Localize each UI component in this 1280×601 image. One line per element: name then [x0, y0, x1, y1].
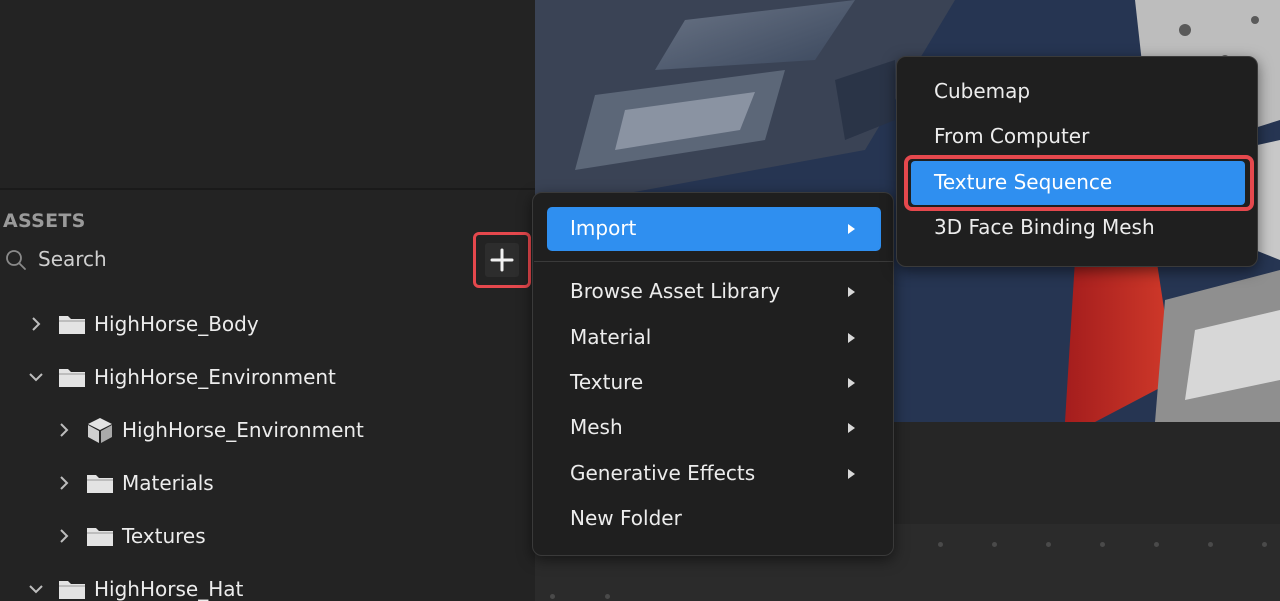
tree-item[interactable]: Materials — [56, 463, 214, 503]
tree-item[interactable]: HighHorse_Environment — [28, 357, 336, 397]
submenu-item-label: Cubemap — [934, 79, 1031, 103]
tree-item-label: HighHorse_Environment — [122, 418, 364, 442]
menu-item-label: Generative Effects — [570, 461, 756, 485]
timeline-dot — [992, 542, 997, 547]
timeline-dot — [1046, 542, 1051, 547]
menu-item-texture[interactable]: Texture — [547, 361, 881, 405]
timeline-dot — [550, 594, 555, 599]
menu-item-label: Material — [570, 325, 652, 349]
search-input[interactable]: Search — [38, 247, 438, 271]
timeline-dot — [1208, 542, 1213, 547]
chevron-right-icon[interactable] — [56, 422, 72, 438]
chevron-down-icon[interactable] — [28, 369, 44, 385]
submenu-item-from-computer[interactable]: From Computer — [911, 115, 1245, 159]
chevron-right-icon[interactable] — [56, 528, 72, 544]
submenu-item-label: Texture Sequence — [934, 170, 1113, 194]
menu-item-import[interactable]: Import — [547, 207, 881, 251]
menu-item-material[interactable]: Material — [547, 316, 881, 360]
folder-icon — [87, 475, 113, 493]
menu-item-label: New Folder — [570, 506, 682, 530]
add-button-highlight — [473, 232, 531, 288]
tree-item-label: HighHorse_Environment — [94, 365, 336, 389]
menu-item-browse-asset-library[interactable]: Browse Asset Library — [547, 270, 881, 314]
app-window: ASSETS Search HighHorse_Body HighHorse_E… — [0, 0, 1280, 601]
add-asset-button[interactable] — [485, 243, 519, 277]
submenu-item-label: 3D Face Binding Mesh — [934, 215, 1155, 239]
tree-item-label: HighHorse_Body — [94, 312, 259, 336]
timeline-dot — [938, 542, 943, 547]
plus-icon — [490, 248, 514, 272]
menu-divider — [534, 261, 894, 262]
submenu-arrow-icon — [848, 287, 855, 297]
cube-icon — [88, 418, 112, 443]
tree-item[interactable]: HighHorse_Environment — [56, 410, 364, 450]
tree-item[interactable]: HighHorse_Hat — [28, 569, 243, 601]
chevron-right-icon[interactable] — [56, 475, 72, 491]
timeline-dot — [1154, 542, 1159, 547]
submenu-item-label: From Computer — [934, 124, 1090, 148]
hierarchy-panel — [0, 0, 535, 188]
submenu-arrow-icon — [848, 423, 855, 433]
menu-item-label: Mesh — [570, 415, 623, 439]
folder-icon — [59, 369, 85, 387]
timeline-dot — [1100, 542, 1105, 547]
tree-item[interactable]: HighHorse_Body — [28, 304, 259, 344]
folder-icon — [59, 316, 85, 334]
assets-title: ASSETS — [3, 210, 86, 232]
folder-icon — [87, 528, 113, 546]
timeline-dot — [1262, 542, 1267, 547]
submenu-arrow-icon — [848, 469, 855, 479]
submenu-arrow-icon — [848, 378, 855, 388]
menu-item-new-folder[interactable]: New Folder — [547, 497, 881, 541]
import-submenu: Cubemap From Computer Texture Sequence 3… — [896, 56, 1258, 267]
menu-item-mesh[interactable]: Mesh — [547, 406, 881, 450]
add-asset-menu: Import Browse Asset Library Material Tex… — [532, 192, 894, 556]
timeline-dot — [605, 594, 610, 599]
submenu-item-cubemap[interactable]: Cubemap — [911, 70, 1245, 114]
assets-panel: ASSETS Search HighHorse_Body HighHorse_E… — [0, 190, 535, 601]
tree-item-label: Textures — [122, 524, 206, 548]
submenu-arrow-icon — [848, 224, 855, 234]
chevron-down-icon[interactable] — [28, 581, 44, 597]
folder-icon — [59, 581, 85, 599]
tree-item-label: HighHorse_Hat — [94, 577, 244, 601]
submenu-item-3d-face-binding-mesh[interactable]: 3D Face Binding Mesh — [911, 206, 1245, 250]
chevron-right-icon[interactable] — [28, 316, 44, 332]
menu-item-label: Browse Asset Library — [570, 279, 781, 303]
submenu-arrow-icon — [848, 333, 855, 343]
assets-search[interactable]: Search — [0, 246, 470, 276]
tree-item-label: Materials — [122, 471, 214, 495]
submenu-item-texture-sequence[interactable]: Texture Sequence — [904, 155, 1254, 211]
search-icon — [6, 250, 26, 270]
menu-item-label: Import — [570, 216, 637, 240]
menu-item-label: Texture — [570, 370, 644, 394]
menu-item-generative-effects[interactable]: Generative Effects — [547, 452, 881, 496]
tree-item[interactable]: Textures — [56, 516, 206, 556]
